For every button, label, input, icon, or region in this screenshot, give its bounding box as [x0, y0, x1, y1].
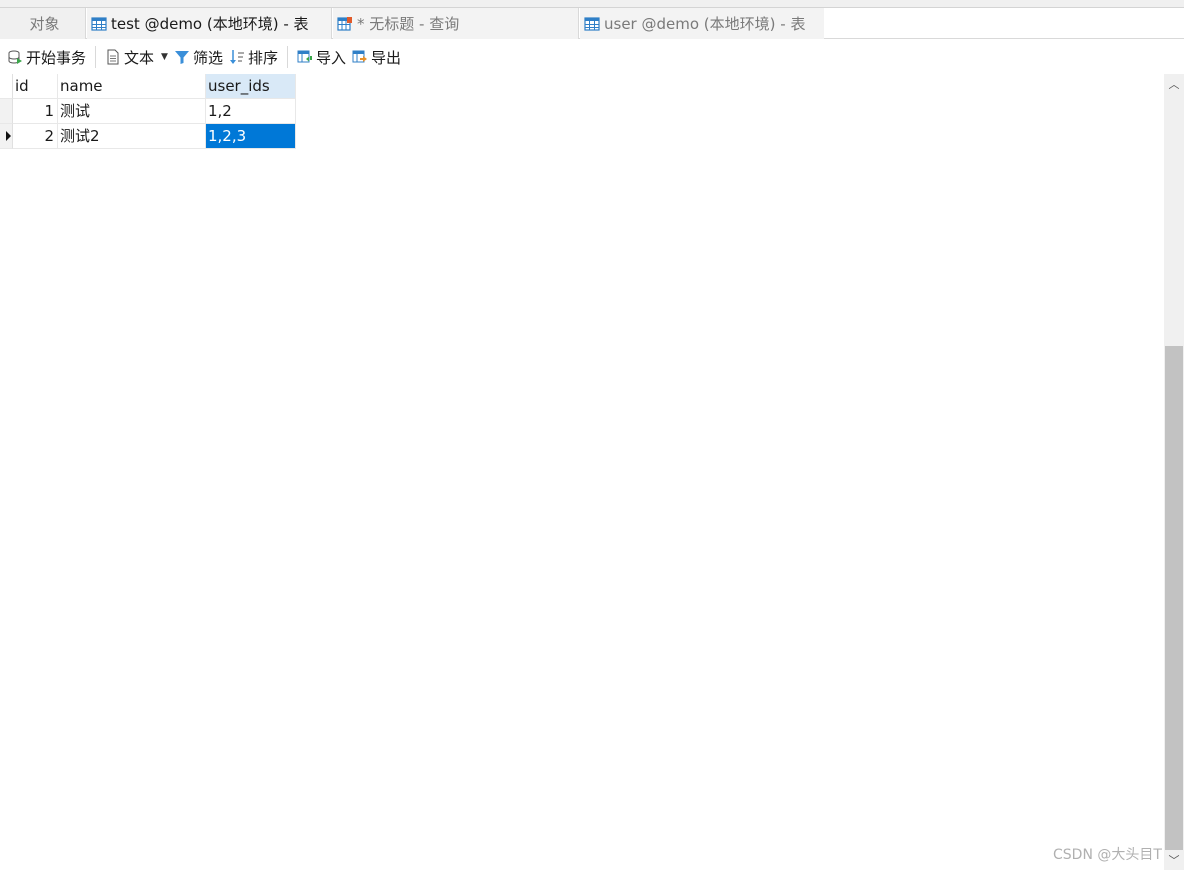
- import-button[interactable]: 导入: [294, 44, 349, 70]
- begin-transaction-label: 开始事务: [26, 48, 87, 67]
- tab-objects[interactable]: 对象: [0, 8, 86, 39]
- filter-icon: [174, 51, 189, 64]
- table-row[interactable]: 1 测试 1,2: [0, 99, 296, 124]
- sort-label: 排序: [247, 48, 278, 67]
- sort-icon: [229, 50, 244, 64]
- cell-user-ids-selected[interactable]: 1,2,3: [206, 124, 296, 149]
- text-icon: [107, 49, 119, 65]
- window-top-border: [0, 0, 1184, 8]
- scroll-up-icon[interactable]: ︿: [1164, 74, 1184, 94]
- scroll-down-icon[interactable]: ﹀: [1164, 850, 1184, 870]
- tab-test-table-label: test @demo (本地环境) - 表: [111, 15, 309, 33]
- query-icon: [337, 16, 352, 31]
- watermark: CSDN @大头目T: [1053, 847, 1162, 863]
- cell-name[interactable]: 测试: [58, 99, 206, 124]
- vertical-scrollbar[interactable]: ︿ ﹀: [1164, 74, 1184, 870]
- tab-untitled-query-label: * 无标题 - 查询: [357, 15, 460, 33]
- toolbar-divider: [95, 46, 97, 68]
- cell-name[interactable]: 测试2: [58, 124, 206, 149]
- column-header-name[interactable]: name: [58, 74, 206, 99]
- table-icon: [584, 16, 600, 31]
- cell-user-ids[interactable]: 1,2: [206, 99, 296, 124]
- tab-user-table[interactable]: user @demo (本地环境) - 表: [580, 8, 824, 39]
- export-icon: [352, 50, 367, 63]
- sort-button[interactable]: 排序: [226, 44, 281, 70]
- row-indicator-icon: [6, 131, 11, 141]
- scrollbar-thumb[interactable]: [1165, 346, 1183, 850]
- tab-test-table[interactable]: test @demo (本地环境) - 表: [87, 8, 332, 39]
- transaction-icon: [8, 50, 22, 64]
- column-header-user-ids[interactable]: user_ids: [206, 74, 296, 99]
- table-icon: [91, 16, 107, 31]
- chevron-down-icon: ▼: [161, 52, 168, 62]
- tab-objects-label: 对象: [29, 15, 60, 33]
- export-button[interactable]: 导出: [349, 44, 404, 70]
- row-indicator[interactable]: [0, 124, 13, 149]
- cell-id[interactable]: 1: [13, 99, 58, 124]
- text-view-label: 文本: [124, 48, 155, 67]
- text-view-dropdown[interactable]: 文本 ▼: [102, 44, 171, 70]
- import-label: 导入: [315, 48, 346, 67]
- filter-label: 筛选: [192, 48, 223, 67]
- table-row[interactable]: 2 测试2 1,2,3: [0, 124, 296, 149]
- tab-untitled-query[interactable]: * 无标题 - 查询: [333, 8, 579, 39]
- cell-id[interactable]: 2: [13, 124, 58, 149]
- export-label: 导出: [371, 48, 402, 67]
- table-header-row: id name user_ids: [0, 74, 296, 99]
- tab-user-table-label: user @demo (本地环境) - 表: [604, 15, 806, 33]
- row-indicator[interactable]: [0, 99, 13, 124]
- import-icon: [297, 50, 312, 63]
- row-indicator-header: [0, 74, 13, 99]
- toolbar: 开始事务 文本 ▼ 筛选 排序 导入 导出: [0, 40, 1184, 74]
- begin-transaction-button[interactable]: 开始事务: [4, 44, 89, 70]
- column-header-id[interactable]: id: [13, 74, 58, 99]
- toolbar-divider: [286, 46, 288, 68]
- filter-button[interactable]: 筛选: [171, 44, 226, 70]
- tab-bar: 对象 test @demo (本地环境) - 表 * 无标题 - 查询 user…: [0, 8, 1184, 39]
